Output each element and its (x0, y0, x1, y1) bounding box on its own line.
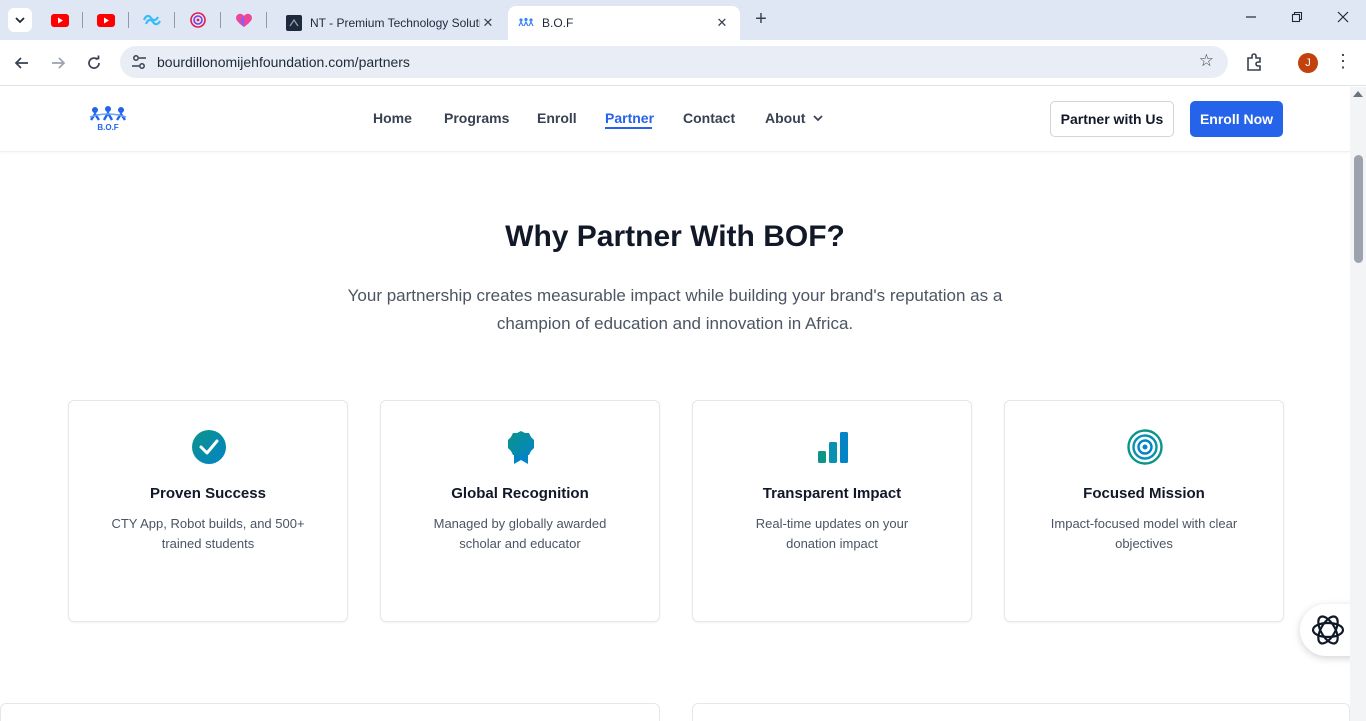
tailwind-icon (143, 14, 161, 26)
tab-bof[interactable]: B.O.F ✕ (508, 6, 740, 40)
youtube-icon (97, 13, 115, 27)
heart-app-icon (236, 13, 252, 27)
bof-logo[interactable]: B.O.F (89, 105, 127, 131)
close-icon[interactable]: ✕ (714, 15, 730, 31)
benefit-card-proven-success: Proven Success CTY App, Robot builds, an… (68, 400, 348, 622)
url-text: bourdillonomijehfoundation.com/partners (157, 54, 410, 70)
page-title: Why Partner With BOF? (505, 220, 845, 253)
tab-separator (82, 12, 83, 28)
bof-logo-icon (518, 17, 534, 27)
enroll-now-button[interactable]: Enroll Now (1190, 101, 1283, 137)
card-description: Real-time updates on your donation impac… (755, 516, 909, 551)
award-badge-icon (508, 431, 534, 464)
nav-programs[interactable]: Programs (444, 110, 509, 126)
forward-button[interactable] (47, 52, 69, 74)
pinned-tab-youtube[interactable] (48, 9, 72, 31)
pinned-tab-tailwind[interactable] (140, 9, 164, 31)
pinned-tab-youtube-2[interactable] (94, 9, 118, 31)
tab-separator (266, 12, 267, 28)
nav-home[interactable]: Home (373, 110, 412, 126)
scroll-up-arrow-icon[interactable] (1353, 91, 1363, 97)
puzzle-icon (1247, 53, 1261, 71)
extensions-button[interactable] (1244, 52, 1264, 77)
card-title: Global Recognition (451, 485, 589, 502)
minimize-button[interactable] (1241, 10, 1261, 30)
nav-about[interactable]: About (765, 110, 824, 126)
nav-enroll[interactable]: Enroll (537, 110, 577, 126)
youtube-icon (51, 13, 69, 27)
card-description: Impact-focused model with clear objectiv… (1050, 516, 1238, 551)
site-settings-icon[interactable] (130, 53, 148, 71)
active-nav-indicator (605, 127, 652, 129)
minimize-icon (1246, 16, 1256, 18)
section-card-left (0, 703, 660, 721)
benefit-card-transparent-impact: Transparent Impact Real-time updates on … (692, 400, 972, 622)
restore-button[interactable] (1287, 10, 1307, 30)
chevron-down-icon (15, 17, 25, 24)
page-content: B.O.F Home Programs Enroll Partner Conta… (0, 87, 1350, 721)
tab-title: B.O.F (542, 16, 574, 30)
tab-title: NT - Premium Technology Soluti (310, 16, 480, 30)
bookmark-star-icon[interactable]: ☆ (1199, 51, 1214, 71)
arrow-right-icon (52, 57, 66, 69)
bar-chart-icon (818, 432, 848, 463)
scrollbar-thumb[interactable] (1354, 155, 1363, 263)
tab-nt-premium[interactable]: NT - Premium Technology Soluti ✕ (276, 6, 506, 40)
address-bar[interactable]: bourdillonomijehfoundation.com/partners … (120, 46, 1228, 78)
logo-text: B.O.F (97, 123, 118, 131)
nt-logo-icon (286, 15, 302, 31)
section-card-right (692, 703, 1350, 721)
benefit-card-global-recognition: Global Recognition Managed by globally a… (380, 400, 660, 622)
page-subtitle: Your partnership creates measurable impa… (347, 286, 1003, 333)
nav-about-label: About (765, 110, 806, 126)
browser-toolbar: bourdillonomijehfoundation.com/partners … (0, 40, 1366, 86)
tab-separator (220, 12, 221, 28)
card-description: CTY App, Robot builds, and 500+ trained … (111, 516, 305, 551)
card-title: Proven Success (150, 485, 266, 502)
tab-separator (128, 12, 129, 28)
kebab-menu-icon[interactable]: ⋮ (1334, 51, 1352, 72)
new-tab-button[interactable]: + (750, 9, 772, 31)
nav-contact[interactable]: Contact (683, 110, 735, 126)
target-icon (1127, 429, 1163, 465)
check-circle-icon (192, 430, 226, 464)
reload-button[interactable] (83, 52, 105, 74)
openai-chat-icon (1311, 615, 1345, 645)
window-close-button[interactable] (1333, 10, 1353, 30)
benefit-card-focused-mission: Focused Mission Impact-focused model wit… (1004, 400, 1284, 622)
card-title: Focused Mission (1083, 485, 1205, 502)
back-button[interactable] (11, 52, 33, 74)
close-icon[interactable]: ✕ (480, 15, 496, 31)
close-icon (1337, 11, 1349, 23)
chevron-down-icon (813, 115, 823, 122)
reload-icon (88, 55, 100, 69)
arrow-left-icon (14, 57, 28, 69)
pinned-tab-heart-app[interactable] (232, 9, 256, 31)
restore-icon (1291, 11, 1303, 23)
site-header: B.O.F Home Programs Enroll Partner Conta… (0, 87, 1350, 152)
nav-partner[interactable]: Partner (605, 110, 654, 126)
tab-search-button[interactable] (8, 8, 32, 32)
tab-strip: NT - Premium Technology Soluti ✕ B.O.F ✕… (0, 0, 1366, 40)
pinned-tab-spiral[interactable] (186, 9, 210, 31)
card-description: Managed by globally awarded scholar and … (433, 516, 607, 551)
profile-avatar[interactable]: J (1298, 53, 1318, 73)
chat-widget-button[interactable] (1300, 604, 1350, 656)
partner-with-us-button[interactable]: Partner with Us (1050, 101, 1174, 137)
spiral-icon (190, 12, 206, 28)
card-title: Transparent Impact (762, 485, 902, 502)
tab-separator (174, 12, 175, 28)
